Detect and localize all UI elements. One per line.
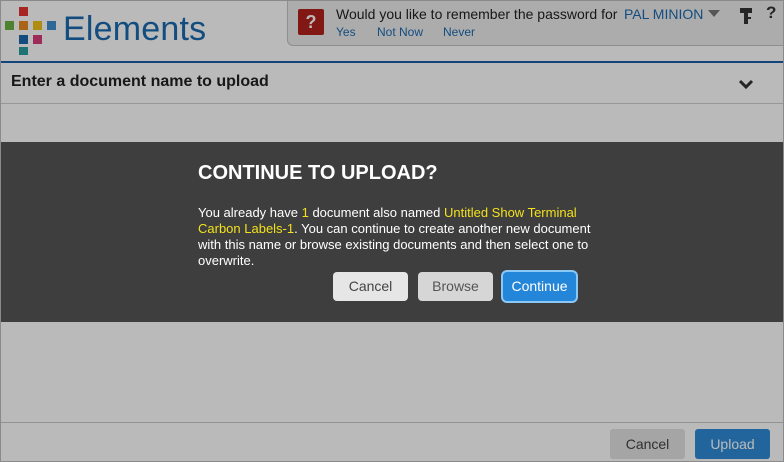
dialog-message: You already have 1 document also named U… xyxy=(198,205,594,269)
dialog-message-part: You already have xyxy=(198,205,302,220)
app-window: Elements ? Would you like to remember th… xyxy=(0,0,784,462)
continue-upload-dialog: CONTINUE TO UPLOAD? You already have 1 d… xyxy=(1,142,783,322)
dialog-cancel-button[interactable]: Cancel xyxy=(333,272,408,301)
dialog-title: CONTINUE TO UPLOAD? xyxy=(198,162,438,184)
dialog-browse-button[interactable]: Browse xyxy=(418,272,493,301)
dialog-continue-button[interactable]: Continue xyxy=(503,272,576,301)
dialog-message-part: document also named xyxy=(308,205,444,220)
duplicate-count: 1 xyxy=(301,205,309,220)
